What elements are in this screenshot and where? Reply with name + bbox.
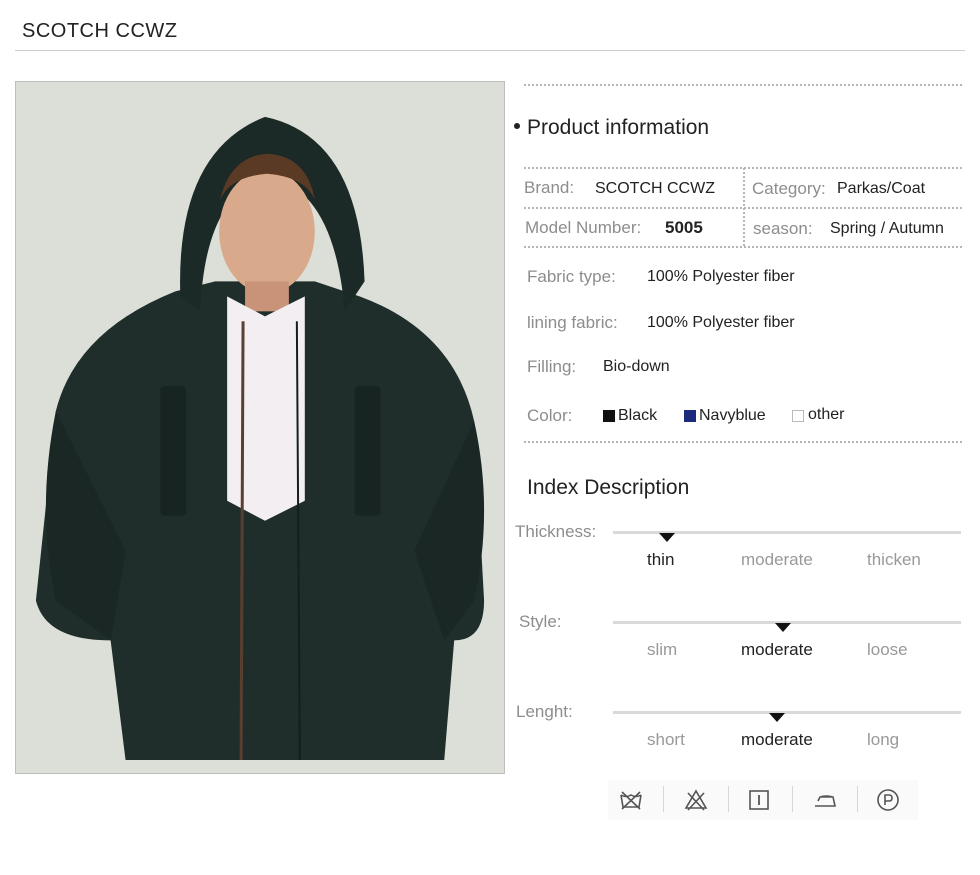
care-separator bbox=[663, 786, 664, 812]
thickness-option-thin: thin bbox=[647, 550, 675, 569]
thickness-option-moderate: moderate bbox=[741, 550, 813, 569]
style-option-moderate: moderate bbox=[741, 640, 813, 659]
color-swatch-navyblue bbox=[684, 410, 696, 422]
color-swatch-other bbox=[792, 410, 804, 422]
info-table-bottom-border bbox=[524, 246, 962, 248]
season-value: Spring / Autumn bbox=[830, 220, 944, 237]
fabric-type-value: 100% Polyester fiber bbox=[647, 268, 795, 285]
season-label: season: bbox=[753, 219, 813, 238]
care-separator bbox=[857, 786, 858, 812]
style-marker-icon bbox=[775, 623, 791, 632]
filling-label: Filling: bbox=[527, 357, 577, 376]
info-table-column-divider bbox=[743, 168, 745, 246]
product-info-title: Product information bbox=[514, 116, 709, 140]
length-option-long: long bbox=[867, 730, 900, 749]
no-wash-icon bbox=[620, 791, 642, 810]
product-info-title-text: Product information bbox=[527, 116, 710, 139]
model-number-value: 5005 bbox=[665, 218, 703, 237]
iron-icon bbox=[815, 795, 836, 807]
thickness-label: Thickness: bbox=[515, 522, 597, 541]
lining-fabric-label: lining fabric: bbox=[527, 313, 618, 332]
category-value: Parkas/Coat bbox=[837, 180, 926, 197]
length-option-short: short bbox=[647, 730, 685, 749]
thickness-option-thicken: thicken bbox=[867, 550, 921, 569]
model-in-jacket-image bbox=[16, 82, 504, 773]
length-marker-icon bbox=[769, 713, 785, 722]
brand-value: SCOTCH CCWZ bbox=[595, 180, 715, 197]
model-number-label: Model Number: bbox=[525, 218, 642, 237]
color-option-black: Black bbox=[618, 407, 658, 424]
dry-clean-p-icon bbox=[877, 789, 899, 811]
top-dotted-divider bbox=[524, 84, 962, 86]
style-option-slim: slim bbox=[647, 640, 678, 659]
thickness-marker-icon bbox=[659, 533, 675, 542]
header-divider bbox=[15, 50, 965, 51]
lining-fabric-value: 100% Polyester fiber bbox=[647, 314, 795, 331]
no-bleach-icon bbox=[684, 789, 708, 811]
care-separator bbox=[728, 786, 729, 812]
bullet-icon bbox=[514, 123, 520, 130]
index-description-title: Index Description bbox=[527, 476, 690, 499]
product-photo bbox=[15, 81, 505, 774]
color-swatch-black bbox=[603, 410, 615, 422]
style-option-loose: loose bbox=[867, 640, 908, 659]
style-label: Style: bbox=[519, 612, 562, 631]
color-label: Color: bbox=[527, 406, 573, 425]
care-separator bbox=[792, 786, 793, 812]
color-option-navyblue: Navyblue bbox=[699, 407, 766, 424]
tumble-dry-icon bbox=[749, 790, 769, 810]
brand-label: Brand: bbox=[524, 178, 575, 197]
color-option-other: other bbox=[808, 406, 845, 423]
length-option-moderate: moderate bbox=[741, 730, 813, 749]
info-section-bottom-divider bbox=[524, 441, 962, 443]
brand-header: SCOTCH CCWZ bbox=[22, 20, 178, 42]
fabric-type-label: Fabric type: bbox=[527, 267, 616, 286]
category-label: Category: bbox=[752, 179, 826, 198]
filling-value: Bio-down bbox=[603, 358, 670, 375]
length-label: Lenght: bbox=[516, 702, 573, 721]
length-scale-track bbox=[613, 711, 961, 714]
